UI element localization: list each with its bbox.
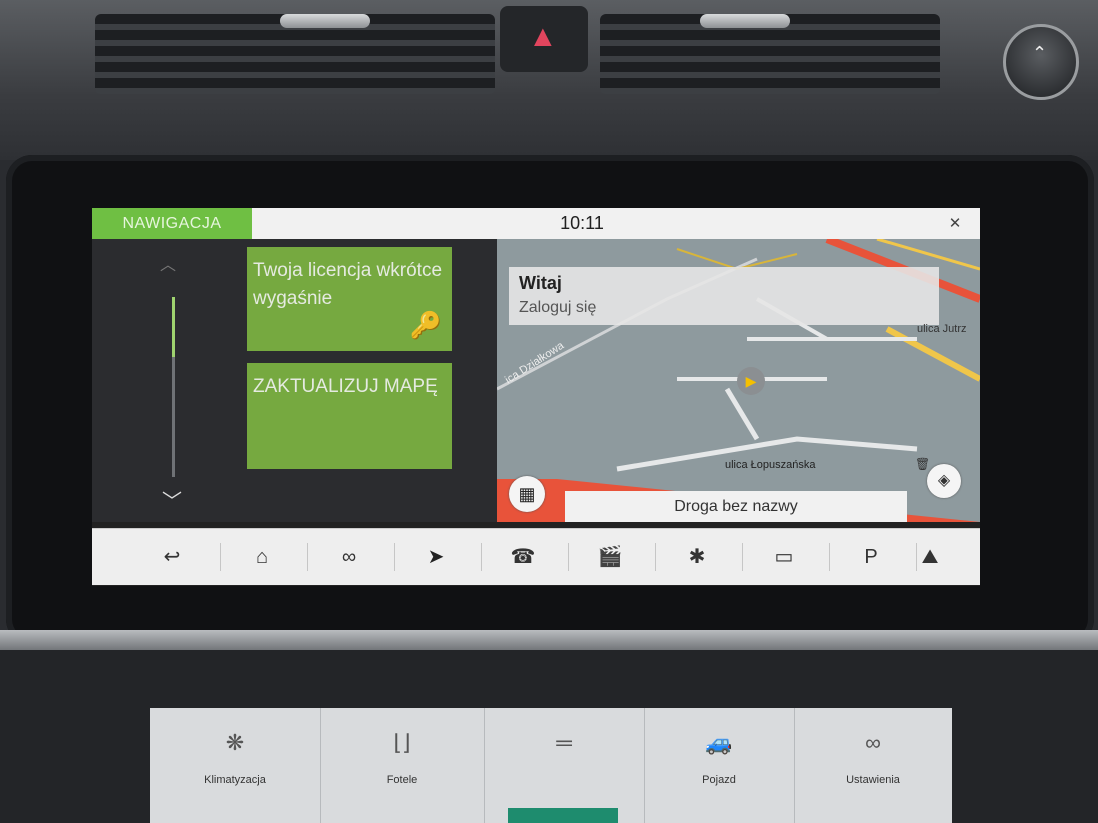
- tile-text: Twoja licencja wkrótce wygaśnie: [253, 260, 443, 309]
- login-link[interactable]: Zaloguj się: [519, 299, 596, 317]
- key-icon: 🔑: [409, 310, 442, 340]
- lower-item-seats[interactable]: ⌊⌋ Fotele: [320, 708, 485, 823]
- compass-x-icon[interactable]: ✕: [944, 214, 966, 234]
- settings-icon: ∞: [865, 730, 881, 755]
- lower-item-label: Fotele: [386, 774, 418, 786]
- infotainment-screen: NAWIGACJA 10:11 ✕ ︿ ﹀ Twoja licencja wkr…: [92, 208, 980, 586]
- vent-knob-right[interactable]: [700, 14, 790, 28]
- lower-item-menu[interactable]: ═: [484, 708, 645, 823]
- status-bar: NAWIGACJA 10:11 ✕: [92, 208, 980, 239]
- lower-item-label: Ustawienia: [846, 774, 900, 786]
- tile-text: ZAKTUALIZUJ MAPĘ: [253, 376, 438, 397]
- hazard-button[interactable]: ▲: [500, 6, 588, 72]
- notification-panel: ︿ ﹀ Twoja licencja wkrótce wygaśnie 🔑 ZA…: [92, 239, 497, 522]
- lower-item-label: Pojazd: [702, 774, 736, 786]
- lower-item-label: Klimatyzacja: [204, 774, 266, 786]
- camera-icon[interactable]: ▭: [741, 529, 827, 585]
- trash-icon: 🗑: [915, 457, 931, 471]
- chevron-up-icon[interactable]: ︿: [160, 251, 176, 275]
- vehicle-icon: 🚙: [705, 730, 733, 755]
- home-icon[interactable]: ⌂: [219, 529, 305, 585]
- dashboard-top: ▲ ⌃: [0, 0, 1098, 160]
- media-icon[interactable]: 🎬: [567, 529, 653, 585]
- license-expiring-tile[interactable]: Twoja licencja wkrótce wygaśnie 🔑: [247, 247, 452, 351]
- welcome-title: Witaj: [519, 273, 562, 293]
- lower-item-climate[interactable]: ❋ Klimatyzacja: [150, 708, 321, 823]
- lower-control-panel: ❋ Klimatyzacja ⌊⌋ Fotele ═ 🚙 Pojazd ∞ Us…: [150, 708, 952, 823]
- chevron-down-icon[interactable]: ﹀: [162, 485, 182, 514]
- welcome-banner[interactable]: Witaj Zaloguj się: [509, 267, 939, 325]
- menu-lines-icon: ═: [556, 730, 572, 755]
- street-label: ulica Łopuszańska: [725, 459, 816, 471]
- update-map-tile[interactable]: ZAKTUALIZUJ MAPĘ: [247, 363, 452, 469]
- bottom-navigation-bar: ↩ ⌂ ∞ ➤ ☎ 🎬 ✱ ▭ P ⛰: [92, 528, 980, 585]
- lower-item-settings[interactable]: ∞ Ustawienia: [794, 708, 952, 823]
- navigation-icon[interactable]: ➤: [393, 529, 479, 585]
- rotary-knob[interactable]: ⌃: [1003, 24, 1079, 100]
- lower-item-vehicle[interactable]: 🚙 Pojazd: [644, 708, 795, 823]
- climate-icon: ❋: [225, 730, 245, 755]
- street-label: ulica Jutrz: [917, 323, 967, 335]
- map-view[interactable]: Witaj Zaloguj się ica Działkowa ulica Ju…: [497, 239, 980, 522]
- bluetooth-icon[interactable]: ✱: [654, 529, 740, 585]
- lower-panel-indicator: [508, 808, 618, 823]
- terrain-icon[interactable]: ⛰: [887, 529, 973, 585]
- back-icon[interactable]: ↩: [129, 529, 215, 585]
- scrollbar-thumb[interactable]: [172, 297, 175, 357]
- layers-icon[interactable]: ◈: [927, 464, 961, 498]
- chevron-up-icon: ⌃: [1032, 43, 1048, 63]
- app-title[interactable]: NAWIGACJA: [92, 208, 252, 239]
- grid-icon[interactable]: ▦: [509, 476, 545, 512]
- navigation-arrow-icon: ▶: [737, 367, 765, 395]
- current-road-name: Droga bez nazwy: [565, 491, 907, 522]
- clock: 10:11: [560, 213, 604, 233]
- vent-knob-left[interactable]: [280, 14, 370, 28]
- phone-icon[interactable]: ☎: [480, 529, 566, 585]
- seat-icon: ⌊⌋: [393, 730, 411, 755]
- chrome-trim: [0, 630, 1098, 652]
- connected-apps-icon[interactable]: ∞: [306, 529, 392, 585]
- hazard-icon: ▲: [528, 20, 558, 53]
